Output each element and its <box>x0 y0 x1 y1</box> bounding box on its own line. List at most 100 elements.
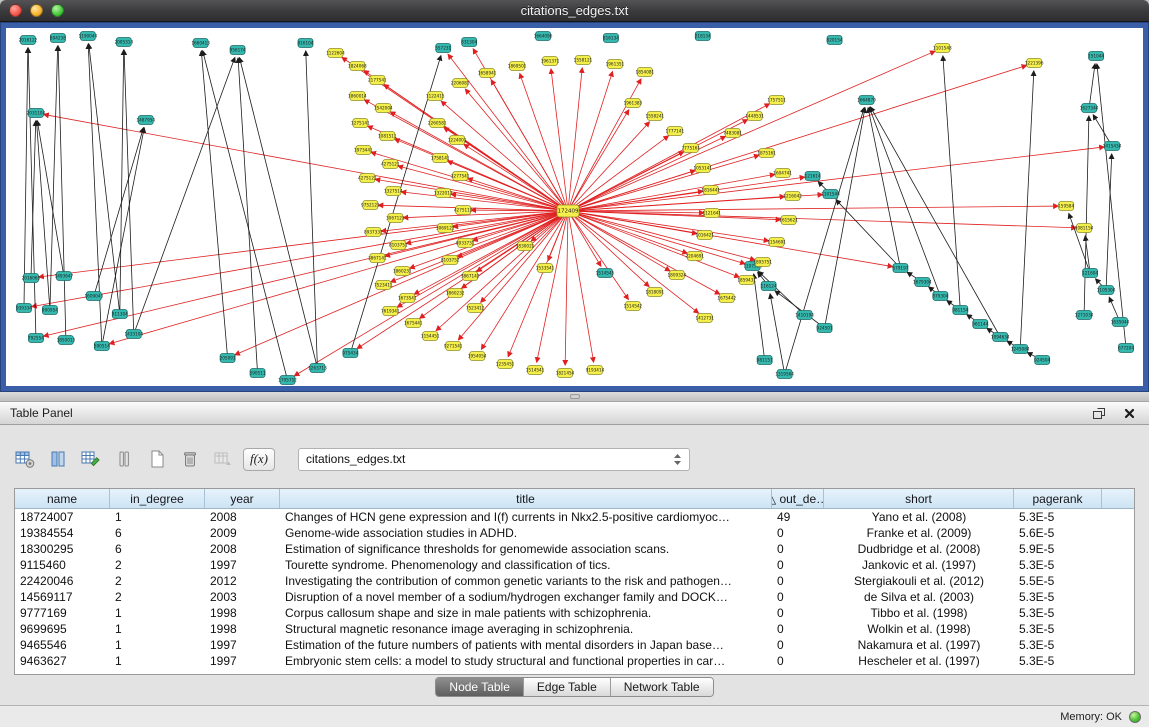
table-cell-pagerank[interactable]: 5.3E-5 <box>1014 605 1102 621</box>
graph-node[interactable]: 1675441 <box>404 319 423 328</box>
graph-node[interactable]: 7523411 <box>374 281 393 290</box>
graph-node[interactable]: 7483081 <box>723 129 742 138</box>
graph-edge[interactable] <box>1084 116 1089 315</box>
graph-node[interactable]: 151044 <box>1088 52 1104 61</box>
graph-node[interactable]: 1973441 <box>354 146 373 155</box>
graph-node[interactable]: 116124 <box>761 282 777 291</box>
table-cell-year[interactable]: 2008 <box>205 541 280 557</box>
table-cell-name[interactable]: 9699695 <box>15 621 110 637</box>
graph-node[interactable]: 1859431 <box>737 276 756 285</box>
graph-edge[interactable] <box>568 211 698 313</box>
graph-node[interactable]: 1514541 <box>526 366 545 375</box>
graph-edge[interactable] <box>110 211 569 344</box>
tab-edge-table[interactable]: Edge Table <box>524 678 611 696</box>
graph-node[interactable]: 3867142 <box>461 272 480 281</box>
graph-node[interactable]: 4275122 <box>358 174 377 183</box>
delete-button[interactable] <box>177 446 203 472</box>
graph-node[interactable]: 1101548 <box>933 44 952 53</box>
graph-node[interactable]: 1660413 <box>191 39 210 48</box>
table-cell-short[interactable]: Stergiakouli et al. (2012) <box>824 573 1014 589</box>
table-cell-out_degree[interactable]: 0 <box>772 621 824 637</box>
table-cell-out_degree[interactable]: 49 <box>772 509 824 525</box>
graph-edge[interactable] <box>448 54 568 211</box>
window-titlebar[interactable]: citations_edges.txt <box>0 0 1149 22</box>
table-cell-name[interactable]: 9777169 <box>15 605 110 621</box>
graph-node[interactable]: 1757511 <box>767 96 786 105</box>
graph-node[interactable]: 1081154 <box>1075 224 1094 233</box>
table-cell-out_degree[interactable]: 0 <box>772 573 824 589</box>
column-header-short[interactable]: short <box>824 489 1014 508</box>
graph-edge[interactable] <box>448 161 568 211</box>
graph-edge[interactable] <box>568 211 739 277</box>
graph-edge[interactable] <box>568 211 687 253</box>
graph-edge[interactable] <box>1069 214 1090 273</box>
graph-node[interactable]: 911304 <box>112 310 128 319</box>
graph-edge[interactable] <box>537 211 568 362</box>
graph-node[interactable]: 1410194 <box>795 311 814 320</box>
table-cell-pagerank[interactable]: 5.3E-5 <box>1014 557 1102 573</box>
graph-node[interactable]: 1487954 <box>136 116 155 125</box>
graph-node[interactable]: 1277541 <box>451 172 470 181</box>
table-cell-year[interactable]: 1997 <box>205 557 280 573</box>
graph-node[interactable]: 1053141 <box>693 164 712 173</box>
graph-edge[interactable] <box>414 211 568 294</box>
graph-node[interactable]: 159584 <box>1058 202 1074 211</box>
graph-node[interactable]: 1809324 <box>668 271 687 280</box>
graph-node[interactable]: 1122415 <box>426 92 445 101</box>
graph-node[interactable]: 1824068 <box>348 62 367 71</box>
graph-node[interactable]: 1514542 <box>624 302 643 311</box>
column-header-in_degree[interactable]: in_degree <box>110 489 205 508</box>
graph-edge[interactable] <box>785 108 865 374</box>
graph-node[interactable]: 1190044 <box>79 32 98 41</box>
graph-node[interactable]: 1860014 <box>348 92 367 101</box>
graph-edge[interactable] <box>1106 154 1112 290</box>
graph-edge[interactable] <box>836 200 900 268</box>
graph-node[interactable]: 1615621 <box>779 216 798 225</box>
graph-node[interactable]: 1961371 <box>541 57 560 66</box>
graph-node[interactable]: 9752121 <box>361 201 380 210</box>
graph-node[interactable]: 1875161 <box>757 149 776 158</box>
table-cell-name[interactable]: 9115460 <box>15 557 110 573</box>
graph-node[interactable]: 677204 <box>1118 344 1134 353</box>
graph-node[interactable]: 2177541 <box>368 76 387 85</box>
graph-node[interactable]: 1673541 <box>398 294 417 303</box>
table-source-select[interactable]: citations_edges.txt <box>298 448 690 471</box>
graph-node[interactable]: 9193414 <box>586 366 605 375</box>
graph-edge[interactable] <box>568 211 594 362</box>
graph-node[interactable]: 900954 <box>42 306 58 315</box>
graph-hub-node[interactable]: 172409 <box>557 205 579 217</box>
graph-node[interactable]: 1263713 <box>308 364 327 373</box>
graph-node[interactable]: 1854081 <box>636 68 655 77</box>
table-cell-year[interactable]: 2012 <box>205 573 280 589</box>
table-cell-year[interactable]: 1998 <box>205 605 280 621</box>
table-cell-name[interactable]: 9465546 <box>15 637 110 653</box>
graph-node[interactable]: 1101544 <box>821 190 840 199</box>
show-columns-button[interactable] <box>45 446 71 472</box>
column-header-title[interactable]: title <box>280 489 772 508</box>
graph-node[interactable]: 1675442 <box>717 294 736 303</box>
table-cell-out_degree[interactable]: 0 <box>772 525 824 541</box>
graph-edge[interactable] <box>568 206 1058 211</box>
graph-edge[interactable] <box>465 89 568 211</box>
graph-edge[interactable] <box>238 58 257 373</box>
table-row[interactable]: 911546021997Tourette syndrome. Phenomeno… <box>15 557 1134 573</box>
network-graph-svg[interactable]: 2016122894238119004420053142031104148795… <box>6 28 1143 386</box>
graph-node[interactable]: 1319564 <box>775 370 794 379</box>
graph-edge[interactable] <box>568 174 775 211</box>
graph-edge[interactable] <box>758 271 804 315</box>
table-cell-title[interactable]: Corpus callosum shape and size in male p… <box>280 605 772 621</box>
float-panel-button[interactable] <box>1089 404 1109 422</box>
graph-node[interactable]: 2031104 <box>27 109 46 118</box>
column-header-name[interactable]: name <box>15 489 110 508</box>
graph-node[interactable]: 8937331 <box>364 228 383 237</box>
graph-node[interactable]: 557231 <box>435 44 451 53</box>
table-cell-in_degree[interactable]: 2 <box>110 589 205 605</box>
table-cell-year[interactable]: 2008 <box>205 509 280 525</box>
graph-node[interactable]: 1795752 <box>278 376 297 385</box>
column-header-pagerank[interactable]: pagerank <box>1014 489 1102 508</box>
graph-edge[interactable] <box>481 211 568 349</box>
splitter-grip-icon[interactable] <box>570 394 580 399</box>
graph-node[interactable]: 2204691 <box>685 252 704 261</box>
graph-node[interactable]: 1433104 <box>124 330 143 339</box>
panel-splitter[interactable] <box>0 392 1149 401</box>
